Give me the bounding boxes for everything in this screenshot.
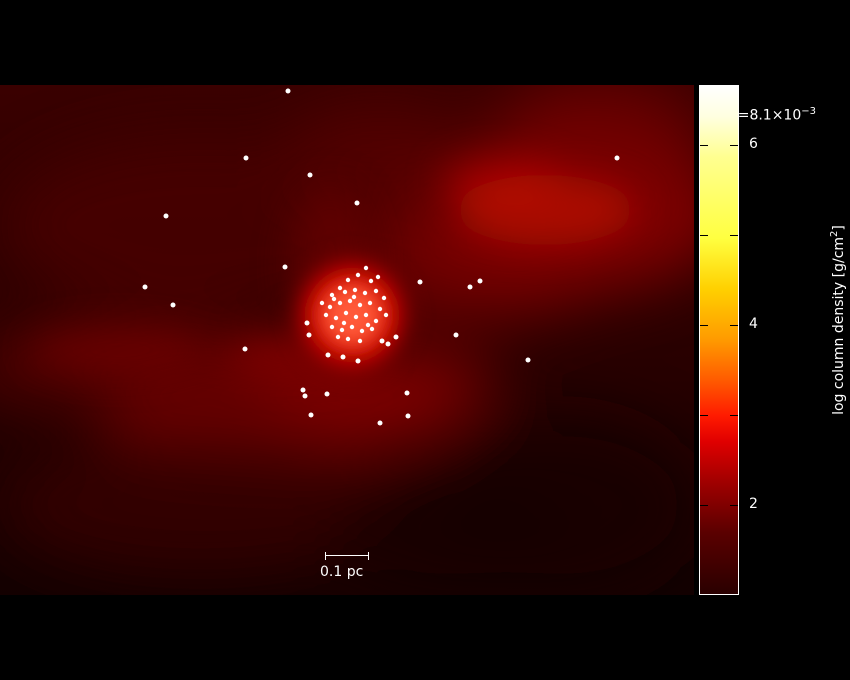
colorbar-minor-tick	[700, 505, 708, 506]
scale-bar	[325, 552, 369, 560]
colorbar-title-suffix: ]	[830, 225, 847, 231]
colorbar-title-exponent: 2	[829, 230, 841, 237]
time-label-prefix: t=8.1×10	[732, 107, 802, 124]
scale-bar-label: 0.1 pc	[320, 564, 364, 580]
colorbar-minor-tick	[730, 505, 738, 506]
colorbar-minor-tick	[700, 145, 708, 146]
figure-frame: t=8.1×10−3 0.1 pc 6 4 2 log column densi…	[0, 0, 850, 680]
colorbar-title: log column density [g/cm2]	[829, 225, 847, 415]
colorbar-minor-tick	[700, 325, 708, 326]
colorbar-tick-label: 6	[749, 136, 758, 152]
central-core	[282, 245, 422, 385]
time-label-exponent: −3	[801, 106, 816, 117]
colorbar-tick-label: 2	[749, 496, 758, 512]
time-label: t=8.1×10−3	[732, 106, 816, 124]
column-density-map	[0, 85, 694, 595]
colorbar-minor-tick	[730, 235, 738, 236]
colorbar-minor-tick	[730, 325, 738, 326]
colorbar-title-prefix: log column density [g/cm	[830, 236, 847, 415]
density-map-svg	[0, 85, 694, 595]
colorbar-tick-label: 4	[749, 316, 758, 332]
colorbar-minor-tick	[730, 145, 738, 146]
colorbar-minor-tick	[700, 235, 708, 236]
colorbar-minor-tick	[700, 415, 708, 416]
colorbar	[699, 85, 739, 595]
colorbar-minor-tick	[730, 415, 738, 416]
